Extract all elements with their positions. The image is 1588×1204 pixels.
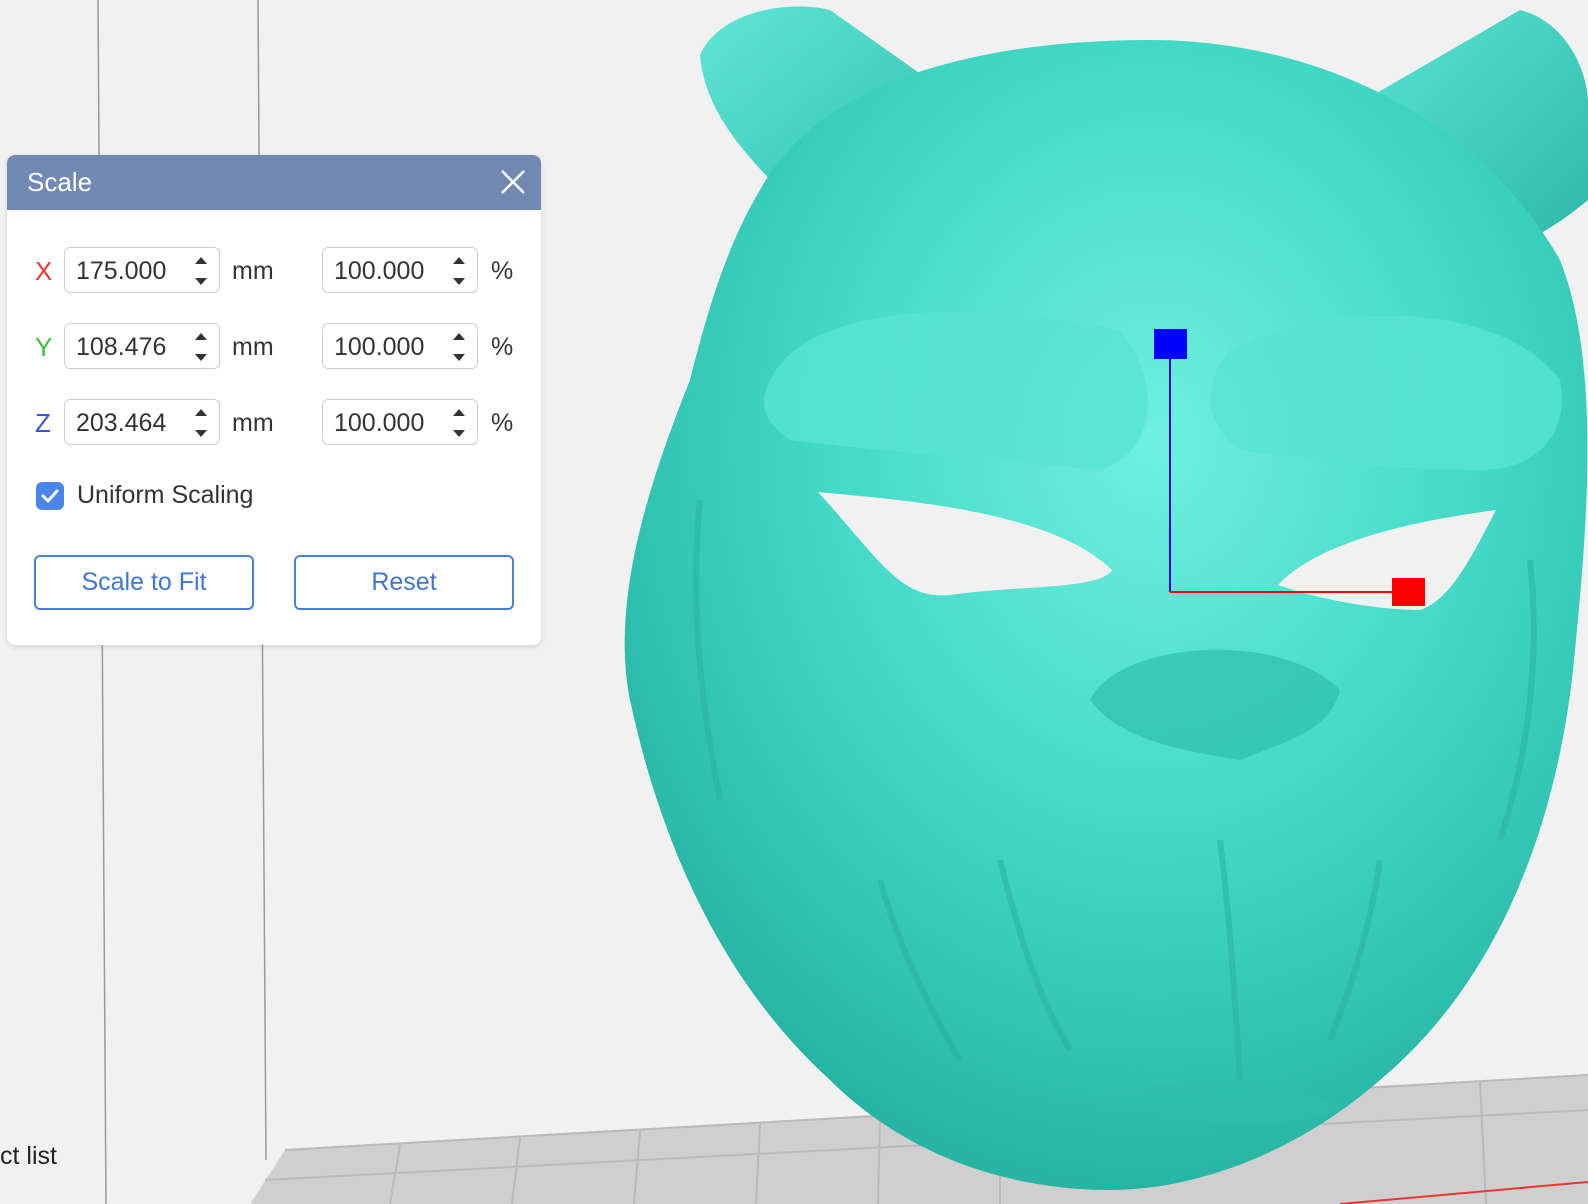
checkmark-icon [41,489,59,503]
gizmo-z-handle[interactable] [1154,329,1187,359]
percent-y-input[interactable]: 100.000 [322,323,478,369]
spinner-arrows-icon[interactable] [193,405,209,441]
percent-y-value: 100.000 [334,333,425,361]
spinner-arrows-icon[interactable] [451,329,467,365]
object-list-label[interactable]: ct list [0,1142,57,1171]
scale-panel: Scale X 175.000 mm 100.000 % Y 108.476 m… [7,155,541,645]
size-y-unit: mm [232,333,274,361]
size-y-input[interactable]: 108.476 [64,323,220,369]
spinner-arrows-icon[interactable] [193,329,209,365]
size-y-value: 108.476 [76,333,167,361]
size-z-input[interactable]: 203.464 [64,399,220,445]
mask-model[interactable] [624,6,1588,1190]
uniform-scaling-checkbox[interactable] [36,482,64,510]
spinner-arrows-icon[interactable] [451,405,467,441]
spinner-arrows-icon[interactable] [193,253,209,289]
percent-x-unit: % [491,257,514,285]
axis-label-x: X [35,256,53,286]
reset-button[interactable]: Reset [294,555,514,610]
size-z-unit: mm [232,409,274,437]
scale-to-fit-button[interactable]: Scale to Fit [34,555,254,610]
scale-row-x: X 175.000 mm 100.000 % [7,247,541,295]
size-x-input[interactable]: 175.000 [64,247,220,293]
panel-title: Scale [27,167,93,197]
percent-y-unit: % [491,333,514,361]
scale-row-z: Z 203.464 mm 100.000 % [7,399,541,447]
spinner-arrows-icon[interactable] [451,253,467,289]
scale-row-y: Y 108.476 mm 100.000 % [7,323,541,371]
scale-panel-header[interactable]: Scale [7,155,541,210]
percent-x-input[interactable]: 100.000 [322,247,478,293]
size-x-value: 175.000 [76,257,167,285]
size-x-unit: mm [232,257,274,285]
percent-z-input[interactable]: 100.000 [322,399,478,445]
close-icon[interactable] [499,168,527,196]
axis-label-y: Y [35,332,53,362]
percent-x-value: 100.000 [334,257,425,285]
size-z-value: 203.464 [76,409,167,437]
axis-label-z: Z [35,408,51,438]
percent-z-value: 100.000 [334,409,425,437]
uniform-scaling-label: Uniform Scaling [77,481,254,509]
gizmo-x-handle[interactable] [1392,578,1425,606]
percent-z-unit: % [491,409,514,437]
